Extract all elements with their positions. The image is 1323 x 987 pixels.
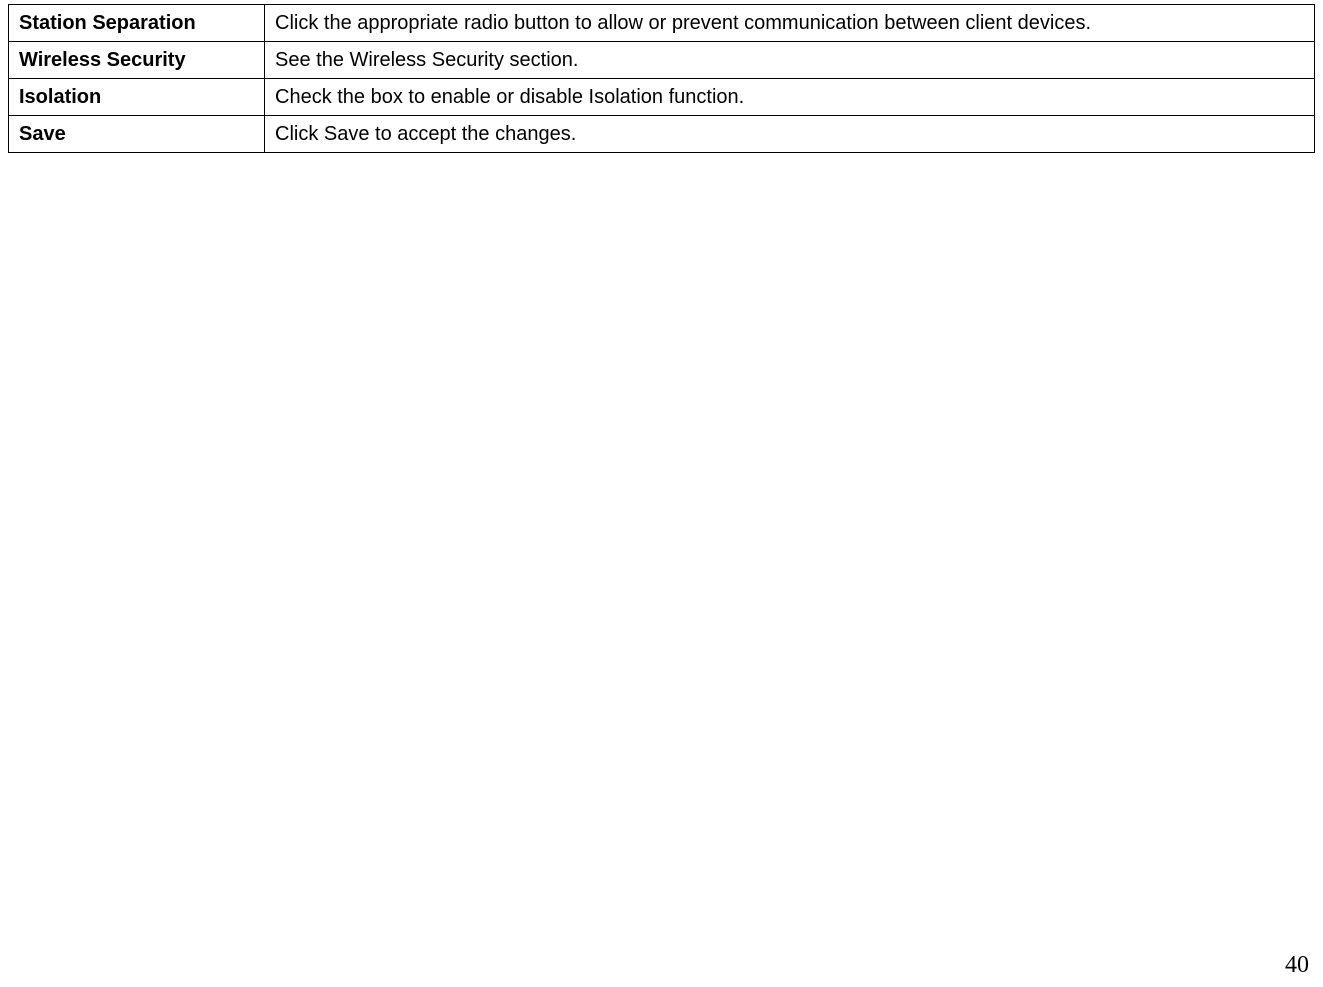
- setting-label: Station Separation: [9, 5, 265, 42]
- setting-label: Isolation: [9, 79, 265, 116]
- table-row: Isolation Check the box to enable or dis…: [9, 79, 1315, 116]
- table-row: Save Click Save to accept the changes.: [9, 116, 1315, 153]
- setting-description: See the Wireless Security section.: [265, 42, 1315, 79]
- page-number: 40: [1285, 952, 1309, 979]
- table-row: Wireless Security See the Wireless Secur…: [9, 42, 1315, 79]
- setting-description: Click the appropriate radio button to al…: [265, 5, 1315, 42]
- settings-table: Station Separation Click the appropriate…: [8, 4, 1315, 153]
- setting-label: Wireless Security: [9, 42, 265, 79]
- setting-description: Click Save to accept the changes.: [265, 116, 1315, 153]
- setting-label: Save: [9, 116, 265, 153]
- table-row: Station Separation Click the appropriate…: [9, 5, 1315, 42]
- setting-description: Check the box to enable or disable Isola…: [265, 79, 1315, 116]
